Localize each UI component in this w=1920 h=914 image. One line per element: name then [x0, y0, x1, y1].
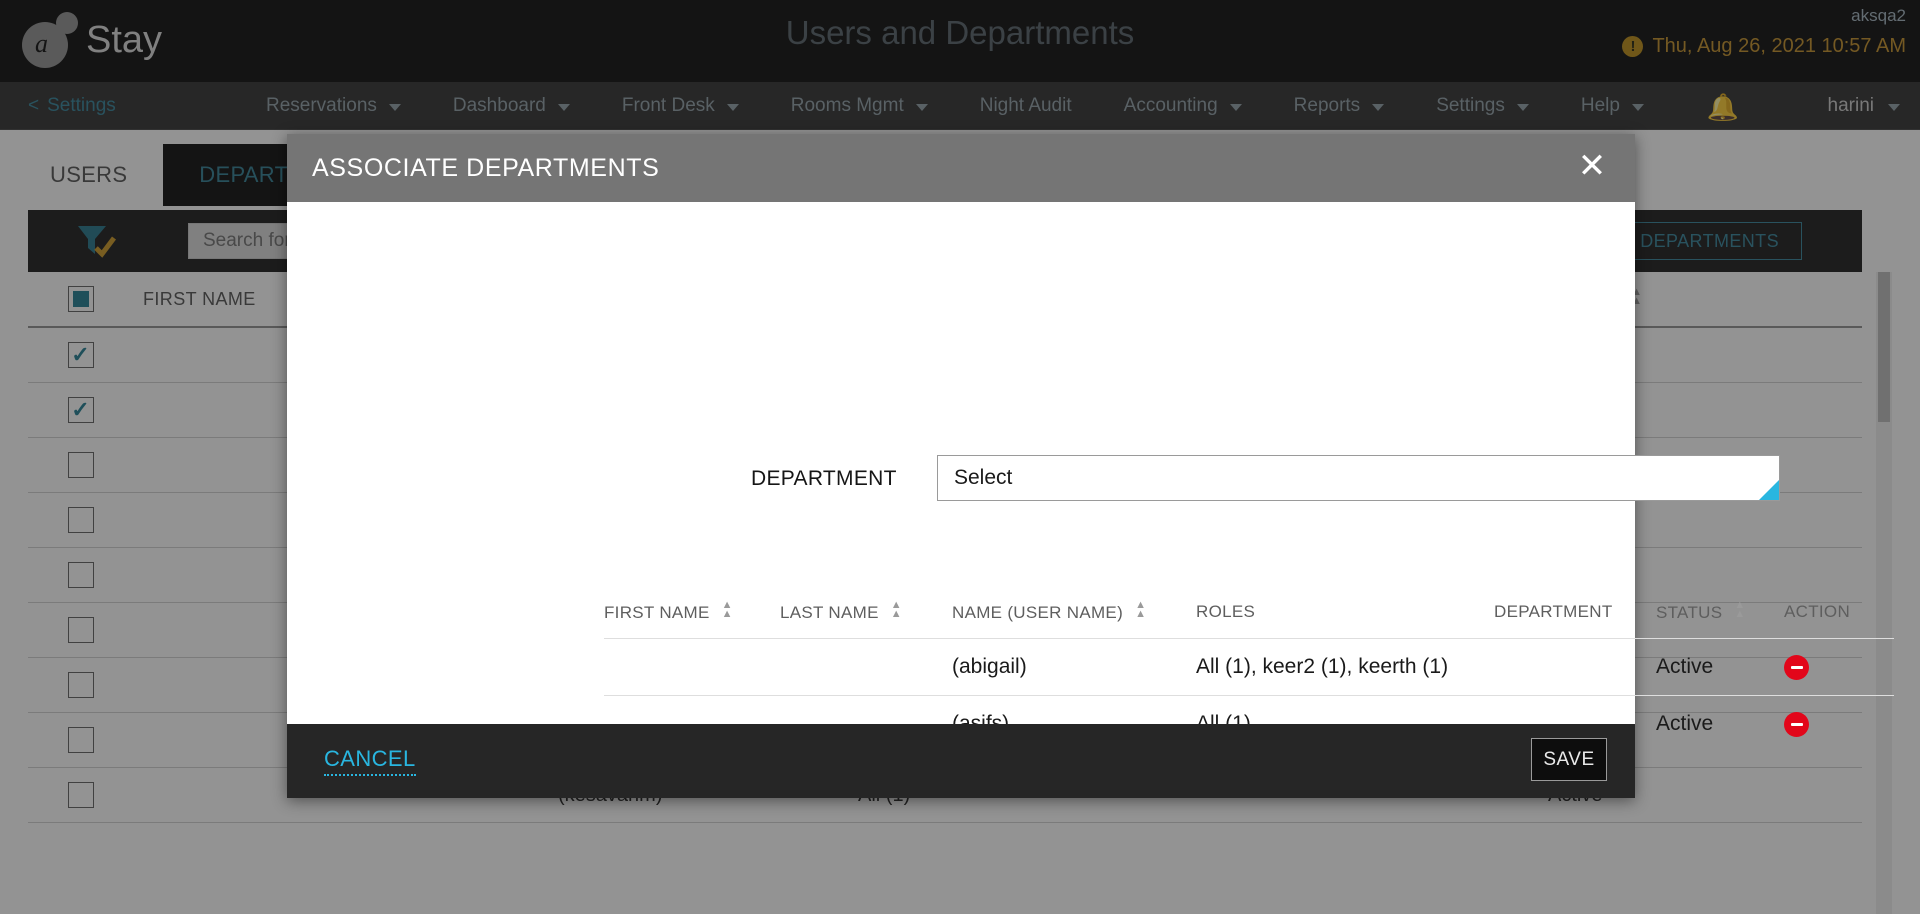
- column-label: FIRST NAME: [604, 602, 710, 622]
- department-label: DEPARTMENT: [751, 467, 897, 490]
- associate-departments-modal: ASSOCIATE DEPARTMENTS ✕ DEPARTMENT Selec…: [287, 134, 1894, 798]
- column-label: STATUS: [1656, 602, 1723, 622]
- save-button[interactable]: SAVE: [1531, 738, 1607, 781]
- column-label: LAST NAME: [780, 602, 879, 622]
- modal-column-header-user-name[interactable]: NAME (USER NAME) ▲ ▲: [952, 598, 1196, 623]
- modal-table-row[interactable]: (abigail) All (1), keer2 (1), keerth (1)…: [604, 638, 1894, 695]
- column-label: ROLES: [1196, 602, 1256, 621]
- modal-column-header-first-name[interactable]: FIRST NAME ▲ ▲: [604, 598, 780, 623]
- column-label: DEPARTMENT: [1494, 602, 1613, 621]
- modal-cell-status: Active: [1656, 712, 1714, 735]
- modal-cell-action: [1784, 711, 1894, 737]
- column-label: ACTION: [1784, 602, 1851, 621]
- sort-icon: ▲▲: [1734, 598, 1746, 620]
- modal-header: ASSOCIATE DEPARTMENTS ✕: [287, 134, 1635, 202]
- column-label: NAME (USER NAME): [952, 602, 1124, 622]
- sort-icon: ▲▲: [890, 598, 902, 620]
- modal-column-header-action: ACTION: [1784, 602, 1894, 622]
- sort-icon: ▲▲: [1135, 598, 1147, 620]
- cancel-button[interactable]: CANCEL: [324, 746, 416, 776]
- modal-column-header-last-name[interactable]: LAST NAME ▲ ▲: [780, 598, 952, 623]
- department-select[interactable]: Select: [937, 455, 1780, 501]
- modal-title: ASSOCIATE DEPARTMENTS: [312, 153, 660, 182]
- department-select-value: Select: [954, 466, 1013, 489]
- modal-column-header-department[interactable]: DEPARTMENT: [1494, 602, 1656, 622]
- modal-table-header-row: FIRST NAME ▲ ▲ LAST NAME ▲ ▲ NAME (USER NA…: [604, 586, 1894, 638]
- screen: a Stay Users and Departments aksqa2 ! Th…: [0, 0, 1920, 914]
- modal-footer: CANCEL SAVE: [287, 724, 1635, 798]
- modal-cell-roles: All (1), keer2 (1), keerth (1): [1196, 655, 1449, 678]
- modal-body: DEPARTMENT Select FIRST NAME ▲ ▲ LAST NAM…: [287, 202, 1894, 737]
- remove-icon[interactable]: [1784, 711, 1809, 737]
- modal-cell-status: Active: [1656, 655, 1714, 678]
- modal-cell-action: [1784, 654, 1894, 680]
- remove-icon[interactable]: [1784, 654, 1809, 680]
- dropdown-triangle-icon: [1759, 480, 1779, 500]
- modal-column-header-roles[interactable]: ROLES: [1196, 602, 1494, 622]
- modal-cell-user-name: (abigail): [952, 655, 1027, 678]
- sort-icon: ▲▲: [721, 598, 733, 620]
- modal-column-header-status[interactable]: STATUS ▲ ▲: [1656, 598, 1784, 623]
- close-icon[interactable]: ✕: [1573, 148, 1611, 186]
